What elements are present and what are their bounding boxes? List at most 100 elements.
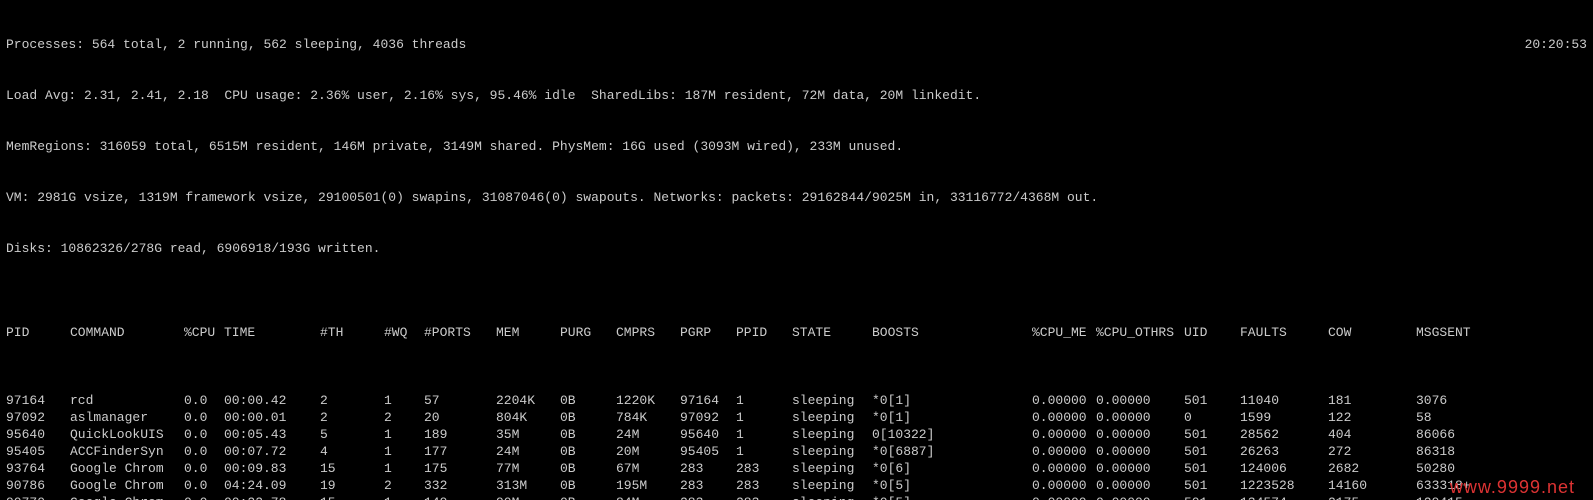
col-msgsent: MSGSENT: [1416, 324, 1496, 341]
cell-pgrp: 97092: [680, 409, 736, 426]
cell-cpu: 0.0: [184, 409, 224, 426]
cell-faults: 134574: [1240, 494, 1328, 500]
cell-uid: 501: [1184, 477, 1240, 494]
col-boosts: BOOSTS: [872, 324, 1032, 341]
col-faults: FAULTS: [1240, 324, 1328, 341]
cell-cpume: 0.00000: [1032, 443, 1096, 460]
cell-state: sleeping: [792, 426, 872, 443]
col-pid: PID: [6, 324, 70, 341]
cell-command: aslmanager: [70, 409, 184, 426]
cell-ports: 20: [424, 409, 496, 426]
cell-th: 19: [320, 477, 384, 494]
cell-cpuoth: 0.00000: [1096, 409, 1184, 426]
col-cpume: %CPU_ME: [1032, 324, 1096, 341]
cell-pid: 90786: [6, 477, 70, 494]
cell-faults: 26263: [1240, 443, 1328, 460]
cell-cpu: 0.0: [184, 494, 224, 500]
cell-ports: 175: [424, 460, 496, 477]
cell-state: sleeping: [792, 443, 872, 460]
cell-cow: 404: [1328, 426, 1416, 443]
cell-pid: 95640: [6, 426, 70, 443]
cell-uid: 0: [1184, 409, 1240, 426]
cell-pid: 95405: [6, 443, 70, 460]
cell-cmprs: 24M: [616, 426, 680, 443]
cell-cpuoth: 0.00000: [1096, 460, 1184, 477]
cell-cpume: 0.00000: [1032, 392, 1096, 409]
col-uid: UID: [1184, 324, 1240, 341]
cell-ports: 149: [424, 494, 496, 500]
cell-purg: 0B: [560, 460, 616, 477]
cell-mem: 313M: [496, 477, 560, 494]
cell-msgsent: 58: [1416, 409, 1496, 426]
cell-faults: 124006: [1240, 460, 1328, 477]
cell-boosts: *0[6]: [872, 460, 1032, 477]
cell-msgsent: 86318: [1416, 443, 1496, 460]
cell-uid: 501: [1184, 460, 1240, 477]
process-row[interactable]: 97092aslmanager0.000:00.012220804K0B784K…: [6, 409, 1587, 426]
cell-pgrp: 283: [680, 494, 736, 500]
cell-mem: 2204K: [496, 392, 560, 409]
cell-th: 15: [320, 494, 384, 500]
col-purg: PURG: [560, 324, 616, 341]
cell-command: rcd: [70, 392, 184, 409]
cell-cow: 14160: [1328, 477, 1416, 494]
cell-th: 4: [320, 443, 384, 460]
column-headers: PID COMMAND %CPU TIME #TH #WQ #PORTS MEM…: [6, 324, 1587, 341]
cell-ports: 177: [424, 443, 496, 460]
cell-boosts: *0[1]: [872, 392, 1032, 409]
cell-purg: 0B: [560, 409, 616, 426]
col-wq: #WQ: [384, 324, 424, 341]
cell-cpuoth: 0.00000: [1096, 477, 1184, 494]
cell-ports: 189: [424, 426, 496, 443]
cell-wq: 2: [384, 477, 424, 494]
cell-state: sleeping: [792, 494, 872, 500]
col-cmprs: CMPRS: [616, 324, 680, 341]
process-row[interactable]: 90786Google Chrom0.004:24.09192332313M0B…: [6, 477, 1587, 494]
cell-command: Google Chrom: [70, 494, 184, 500]
cell-ppid: 1: [736, 392, 792, 409]
cell-purg: 0B: [560, 426, 616, 443]
cell-purg: 0B: [560, 494, 616, 500]
cell-msgsent: 129415: [1416, 494, 1496, 500]
cell-cow: 2175: [1328, 494, 1416, 500]
cell-pgrp: 95405: [680, 443, 736, 460]
cell-ppid: 1: [736, 426, 792, 443]
cell-ppid: 283: [736, 460, 792, 477]
cell-boosts: 0[10322]: [872, 426, 1032, 443]
cell-ports: 57: [424, 392, 496, 409]
process-row[interactable]: 95640QuickLookUIS0.000:05.435118935M0B24…: [6, 426, 1587, 443]
cell-wq: 1: [384, 392, 424, 409]
cell-faults: 1223528: [1240, 477, 1328, 494]
cell-wq: 1: [384, 460, 424, 477]
cell-mem: 804K: [496, 409, 560, 426]
cell-ports: 332: [424, 477, 496, 494]
process-row[interactable]: 90770Google Chrom0.000:22.7815114990M0B8…: [6, 494, 1587, 500]
cell-pid: 93764: [6, 460, 70, 477]
cell-cpume: 0.00000: [1032, 409, 1096, 426]
cell-cmprs: 84M: [616, 494, 680, 500]
col-th: #TH: [320, 324, 384, 341]
process-row[interactable]: 95405ACCFinderSyn0.000:07.724117724M0B20…: [6, 443, 1587, 460]
col-ppid: PPID: [736, 324, 792, 341]
cell-cpume: 0.00000: [1032, 426, 1096, 443]
cell-boosts: *0[1]: [872, 409, 1032, 426]
cell-cpuoth: 0.00000: [1096, 392, 1184, 409]
process-row[interactable]: 93764Google Chrom0.000:09.8315117577M0B6…: [6, 460, 1587, 477]
cell-cmprs: 1220K: [616, 392, 680, 409]
terminal-output[interactable]: Processes: 564 total, 2 running, 562 sle…: [0, 0, 1593, 500]
cell-command: QuickLookUIS: [70, 426, 184, 443]
cell-mem: 77M: [496, 460, 560, 477]
cell-purg: 0B: [560, 443, 616, 460]
cell-msgsent: 633318+: [1416, 477, 1496, 494]
cell-ppid: 1: [736, 409, 792, 426]
cell-mem: 35M: [496, 426, 560, 443]
cell-uid: 501: [1184, 392, 1240, 409]
cell-wq: 1: [384, 443, 424, 460]
cell-cpu: 0.0: [184, 392, 224, 409]
cell-cpume: 0.00000: [1032, 477, 1096, 494]
cell-msgsent: 3076: [1416, 392, 1496, 409]
cell-uid: 501: [1184, 443, 1240, 460]
process-row[interactable]: 97164rcd0.000:00.4221572204K0B1220K97164…: [6, 392, 1587, 409]
cell-cpu: 0.0: [184, 426, 224, 443]
header-mem: MemRegions: 316059 total, 6515M resident…: [6, 138, 1587, 155]
